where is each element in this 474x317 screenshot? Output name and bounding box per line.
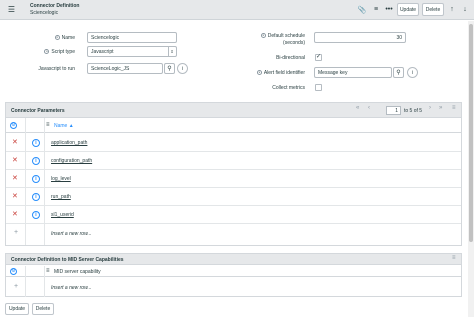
js-to-run-field[interactable]: ScienceLogic_JS	[87, 63, 163, 74]
settings-sliders-icon[interactable]: ≡	[370, 4, 382, 15]
delete-row-icon[interactable]: ✕	[12, 211, 18, 218]
page-count: to 5 of 5	[404, 108, 423, 114]
list-title: Connector Parameters	[11, 108, 65, 114]
column-menu-icon[interactable]: ≡	[46, 268, 50, 274]
mid-server-capabilities-list: Connector Definition to MID Server Capab…	[5, 253, 462, 297]
alert-field-input[interactable]: Message key	[314, 67, 392, 78]
footer-delete-button[interactable]: Delete	[32, 303, 54, 315]
delete-row-icon[interactable]: ✕	[12, 157, 18, 164]
list-header: Connector Definition to MID Server Capab…	[6, 254, 461, 265]
info-icon[interactable]: i	[32, 211, 40, 219]
info-icon[interactable]: i	[32, 175, 40, 183]
column-name-header[interactable]: Name ▲	[54, 123, 74, 129]
script-type-label: * Script type	[44, 49, 75, 55]
more-options-icon[interactable]: •••	[383, 4, 395, 15]
plus-icon[interactable]: +	[14, 283, 18, 290]
required-icon: *	[54, 35, 60, 41]
collect-metrics-label: Collect metrics	[272, 85, 305, 91]
personalize-gear-icon[interactable]: ⚙	[10, 268, 17, 275]
page-input[interactable]: 1	[386, 106, 401, 115]
personalize-gear-icon[interactable]: ⚙	[10, 122, 17, 129]
back-menu-icon[interactable]: ☰	[6, 4, 17, 15]
column-header: ⚙ ≡ MID server capability	[6, 266, 461, 277]
info-icon[interactable]: i	[32, 157, 40, 165]
table-row[interactable]: ✕ i run_path	[6, 188, 461, 206]
prev-page-icon[interactable]: ‹	[368, 105, 370, 111]
script-type-value: Javascript	[91, 49, 114, 55]
form-header: ☰ Connector Definition Sciencelogic 📎 ≡ …	[0, 0, 474, 20]
record-name: Sciencelogic	[30, 10, 59, 16]
parameter-name[interactable]: application_path	[51, 140, 87, 146]
script-type-select[interactable]: Javascript ⇕	[87, 46, 177, 57]
name-field[interactable]: Sciencelogic	[87, 32, 177, 43]
column-header: ⚙ ≡ Name ▲	[6, 118, 461, 133]
form-title: Connector Definition	[30, 3, 80, 9]
paperclip-icon[interactable]: 📎	[356, 4, 368, 15]
info-icon[interactable]: i	[32, 139, 40, 147]
scrollbar-thumb[interactable]	[469, 24, 473, 242]
search-icon[interactable]: ⚲	[164, 63, 175, 74]
footer-update-button[interactable]: Update	[5, 303, 29, 315]
info-icon[interactable]: i	[32, 193, 40, 201]
parameter-name[interactable]: configuration_path	[51, 158, 92, 164]
parameter-name[interactable]: run_path	[51, 194, 71, 200]
arrow-up-icon[interactable]: ↑	[446, 4, 458, 15]
search-icon[interactable]: ⚲	[393, 67, 404, 78]
name-label: * Name	[54, 35, 75, 41]
parameter-name[interactable]: sl1_userid	[51, 212, 74, 218]
delete-row-icon[interactable]: ✕	[12, 175, 18, 182]
chevron-updown-icon: ⇕	[168, 47, 175, 56]
insert-row[interactable]: + Insert a new row...	[6, 278, 461, 297]
delete-row-icon[interactable]: ✕	[12, 193, 18, 200]
js-to-run-label: Javascript to run	[38, 66, 75, 72]
alert-field-label: * Alert field identifier	[256, 70, 305, 76]
delete-button[interactable]: Delete	[422, 3, 444, 16]
column-capability-header[interactable]: MID server capability	[54, 269, 101, 275]
insert-new-row[interactable]: Insert a new row...	[51, 285, 92, 291]
arrow-down-icon[interactable]: ↓	[459, 4, 471, 15]
list-title: Connector Definition to MID Server Capab…	[11, 257, 124, 263]
plus-icon[interactable]: +	[14, 229, 18, 236]
required-icon: *	[260, 33, 266, 39]
last-page-icon[interactable]: »	[439, 105, 442, 111]
collect-metrics-checkbox[interactable]	[315, 84, 322, 91]
table-row[interactable]: ✕ i sl1_userid	[6, 206, 461, 224]
list-menu-icon[interactable]: ≡	[452, 105, 456, 111]
bidirectional-label: Bi-directional	[276, 55, 305, 61]
list-menu-icon[interactable]: ≡	[452, 255, 456, 261]
bidirectional-checkbox[interactable]: ✓	[315, 54, 322, 61]
column-menu-icon[interactable]: ≡	[46, 122, 50, 128]
info-icon[interactable]: i	[407, 67, 418, 78]
required-icon: *	[256, 70, 262, 76]
first-page-icon[interactable]: «	[356, 105, 359, 111]
insert-row[interactable]: + Insert a new row...	[6, 224, 461, 246]
table-row[interactable]: ✕ i configuration_path	[6, 152, 461, 170]
list-header: Connector Parameters « ‹ 1 to 5 of 5 › »…	[6, 103, 461, 118]
insert-new-row[interactable]: Insert a new row...	[51, 231, 92, 237]
info-icon[interactable]: i	[177, 63, 188, 74]
next-page-icon[interactable]: ›	[429, 105, 431, 111]
parameter-name[interactable]: log_level	[51, 176, 71, 182]
connector-parameters-list: Connector Parameters « ‹ 1 to 5 of 5 › »…	[5, 102, 462, 246]
delete-row-icon[interactable]: ✕	[12, 139, 18, 146]
default-schedule-field[interactable]: 30	[314, 32, 406, 43]
table-row[interactable]: ✕ i application_path	[6, 134, 461, 152]
required-icon: *	[44, 49, 50, 55]
default-schedule-label: * Default schedule	[260, 33, 305, 39]
table-row[interactable]: ✕ i log_level	[6, 170, 461, 188]
update-button[interactable]: Update	[397, 3, 419, 16]
default-schedule-sublabel: (seconds)	[283, 40, 305, 46]
